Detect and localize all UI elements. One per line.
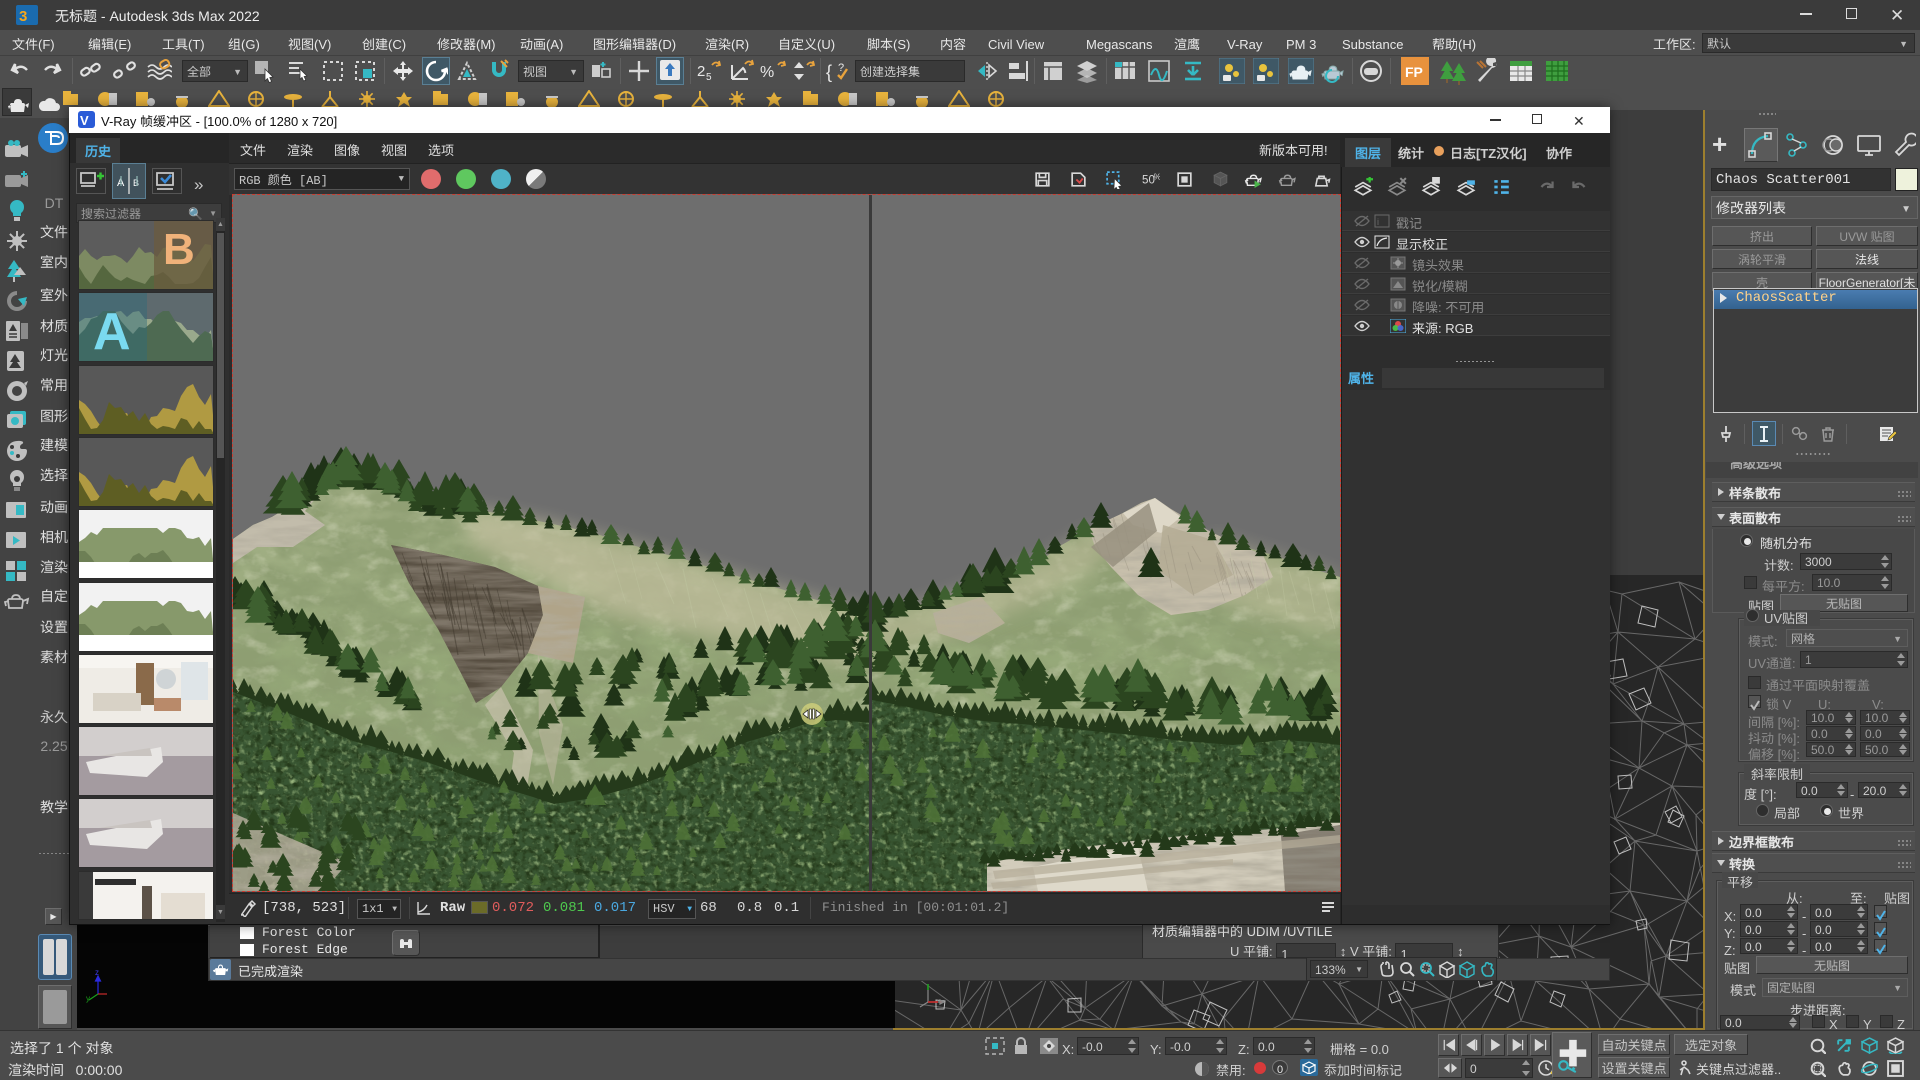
svg-text:y: y [86, 993, 90, 1004]
svg-text:{: { [826, 62, 832, 82]
svg-text:FP: FP [1405, 64, 1423, 80]
svg-text:i: i [1377, 215, 1379, 228]
svg-text:?: ? [838, 62, 844, 74]
svg-text:%: % [760, 64, 774, 81]
svg-text:B: B [133, 178, 139, 188]
svg-text:B: B [163, 225, 195, 274]
svg-text:%: % [1153, 171, 1159, 181]
svg-text:z: z [95, 968, 99, 978]
svg-text:A: A [93, 303, 131, 361]
svg-text:5: 5 [706, 72, 712, 83]
svg-text:2: 2 [697, 63, 705, 80]
